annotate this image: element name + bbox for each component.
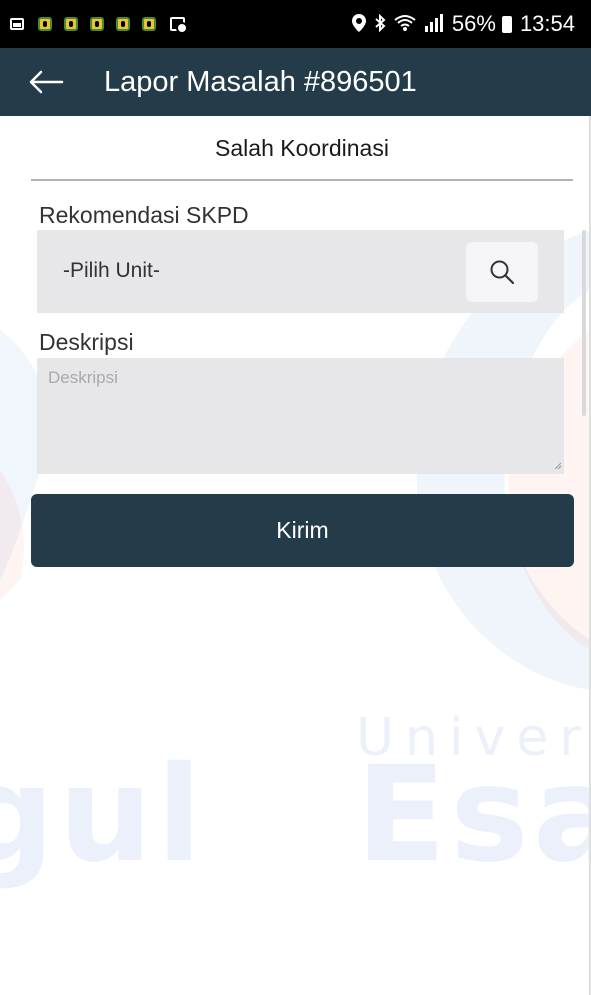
notification-icon	[142, 17, 156, 31]
arrow-left-icon	[29, 70, 64, 94]
signal-icon	[424, 13, 444, 35]
report-form: Salah Koordinasi Rekomendasi SKPD -Pilih…	[0, 116, 591, 995]
notification-icon	[116, 17, 130, 31]
search-icon	[490, 260, 515, 285]
wifi-icon	[394, 14, 416, 35]
bluetooth-icon	[374, 13, 386, 35]
app-bar: Lapor Masalah #896501	[0, 48, 591, 116]
status-bar-notifications	[10, 13, 188, 35]
back-button[interactable]	[24, 60, 68, 104]
notification-icon	[38, 17, 52, 31]
battery-percentage: 56%	[451, 11, 496, 36]
battery-icon	[501, 15, 512, 33]
skpd-unit-select[interactable]: -Pilih Unit-	[37, 230, 564, 313]
scrollbar[interactable]	[582, 230, 586, 416]
notification-icon	[64, 17, 78, 31]
skpd-unit-value: -Pilih Unit-	[63, 259, 160, 282]
submit-button[interactable]: Kirim	[31, 494, 574, 567]
screen-recorder-icon	[170, 17, 188, 34]
divider	[31, 179, 573, 181]
page-title: Lapor Masalah #896501	[104, 66, 417, 98]
section-title: Salah Koordinasi	[215, 135, 389, 161]
status-time: 13:54	[519, 11, 575, 36]
location-icon	[351, 13, 366, 35]
skpd-label: Rekomendasi SKPD	[39, 202, 249, 228]
description-label: Deskripsi	[39, 329, 134, 355]
notification-icon	[90, 17, 104, 31]
status-bar-system: 56% 13:54	[351, 10, 575, 38]
gallery-icon	[10, 18, 24, 30]
status-bar: 56% 13:54	[0, 0, 591, 48]
search-unit-button[interactable]	[466, 242, 538, 302]
description-field[interactable]	[37, 358, 564, 474]
